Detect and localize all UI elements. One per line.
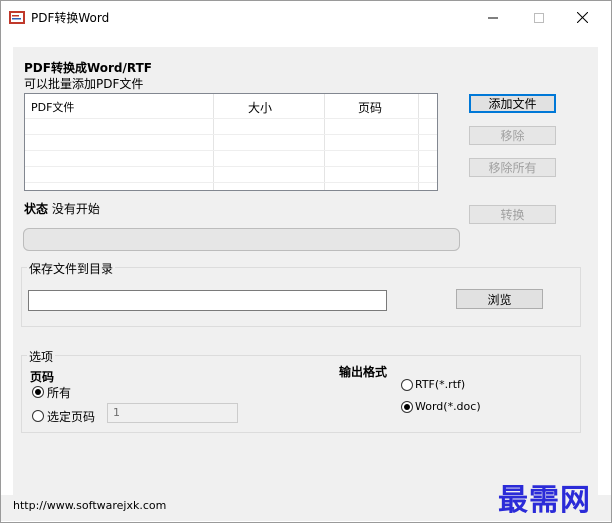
add-file-button[interactable]: 添加文件 (469, 94, 556, 113)
pdf-app-icon (9, 11, 25, 24)
column-divider (324, 94, 325, 190)
browse-button[interactable]: 浏览 (456, 289, 543, 309)
status-value: 没有开始 (51, 202, 100, 216)
pages-heading: 页码 (30, 370, 55, 384)
status-line: 状态 没有开始 (24, 200, 100, 217)
row-divider (25, 182, 437, 183)
title-bar: PDF转换Word (1, 1, 611, 33)
options-group-label: 选项 (27, 348, 56, 365)
row-divider (25, 166, 437, 167)
watermark-logo: 最需网 (498, 483, 591, 518)
rtf-format-label[interactable]: RTF(*.rtf) (415, 378, 465, 391)
page-range-input[interactable]: 1 (107, 403, 238, 423)
close-button[interactable] (559, 2, 605, 33)
pdf-file-list[interactable]: PDF文件 大小 页码 (24, 93, 438, 191)
window-title: PDF转换Word (31, 11, 110, 25)
maximize-icon (534, 12, 544, 23)
rtf-format-radio[interactable] (401, 379, 413, 391)
options-group (21, 355, 581, 433)
row-divider (25, 134, 437, 135)
row-divider (25, 150, 437, 151)
save-directory-input[interactable] (28, 290, 387, 311)
output-format-heading: 输出格式 (339, 365, 388, 379)
close-icon (576, 12, 588, 23)
remove-button[interactable]: 移除 (469, 126, 556, 145)
maximize-button[interactable] (516, 2, 562, 33)
main-heading: PDF转换成Word/RTF (24, 61, 152, 75)
sub-heading: 可以批量添加PDF文件 (24, 77, 144, 91)
all-pages-label[interactable]: 所有 (47, 384, 71, 401)
column-header-pages[interactable]: 页码 (358, 99, 382, 116)
minimize-icon (488, 17, 498, 18)
selected-pages-label[interactable]: 选定页码 (47, 408, 95, 425)
word-format-radio[interactable] (401, 401, 413, 413)
column-divider (418, 94, 419, 190)
selected-pages-radio[interactable] (32, 410, 44, 422)
column-divider (213, 94, 214, 190)
save-directory-group-label: 保存文件到目录 (27, 260, 116, 277)
all-pages-radio[interactable] (32, 386, 44, 398)
column-header-pdf-file[interactable]: PDF文件 (31, 99, 74, 115)
status-label: 状态 (24, 202, 49, 216)
minimize-button[interactable] (470, 2, 516, 33)
convert-button[interactable]: 转换 (469, 205, 556, 224)
conversion-progress-bar (23, 228, 460, 251)
remove-all-button[interactable]: 移除所有 (469, 158, 556, 177)
website-url[interactable]: http://www.softwarejxk.com (13, 499, 166, 512)
row-divider (25, 118, 437, 119)
word-format-label[interactable]: Word(*.doc) (415, 400, 481, 413)
column-header-size[interactable]: 大小 (248, 99, 272, 116)
